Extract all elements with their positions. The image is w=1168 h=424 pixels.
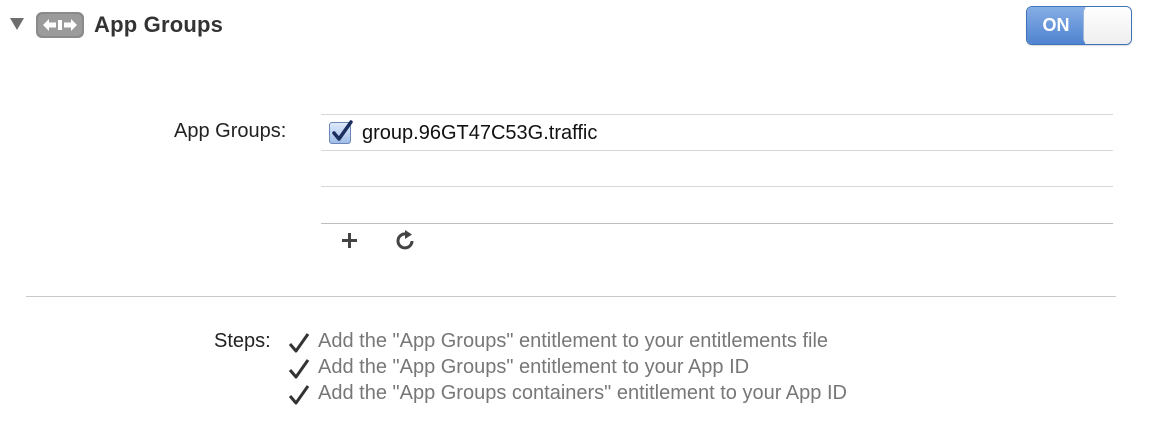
app-groups-list: group.96GT47C53G.traffic (321, 114, 1113, 224)
section-title: App Groups (94, 12, 224, 37)
checkmark-icon (288, 359, 310, 379)
step-text: Add the "App Groups" entitlement to your… (318, 356, 750, 378)
steps-label: Steps: (214, 330, 271, 352)
list-item-empty (321, 150, 1113, 187)
capability-arrows-icon (36, 12, 84, 38)
app-groups-label: App Groups: (174, 120, 287, 142)
refresh-icon[interactable] (394, 229, 418, 253)
checkmark-icon (332, 120, 353, 141)
list-item[interactable]: group.96GT47C53G.traffic (321, 114, 1113, 151)
checkmark-icon (288, 385, 310, 405)
group-name: group.96GT47C53G.traffic (362, 122, 598, 144)
group-checkbox[interactable] (329, 120, 353, 144)
list-item-empty (321, 186, 1113, 224)
capability-toggle[interactable]: ON (1026, 6, 1132, 45)
step-text: Add the "App Groups" entitlement to your… (318, 330, 829, 352)
divider (26, 296, 1116, 297)
step-text: Add the "App Groups containers" entitlem… (318, 382, 847, 404)
toggle-on-label: ON (1027, 7, 1085, 44)
capability-panel: App Groups ON App Groups: group.96GT47C5… (0, 0, 1168, 424)
plus-icon[interactable] (338, 229, 362, 253)
disclosure-triangle-icon[interactable] (10, 18, 24, 30)
toggle-knob[interactable] (1083, 7, 1131, 44)
checkmark-icon (288, 333, 310, 353)
